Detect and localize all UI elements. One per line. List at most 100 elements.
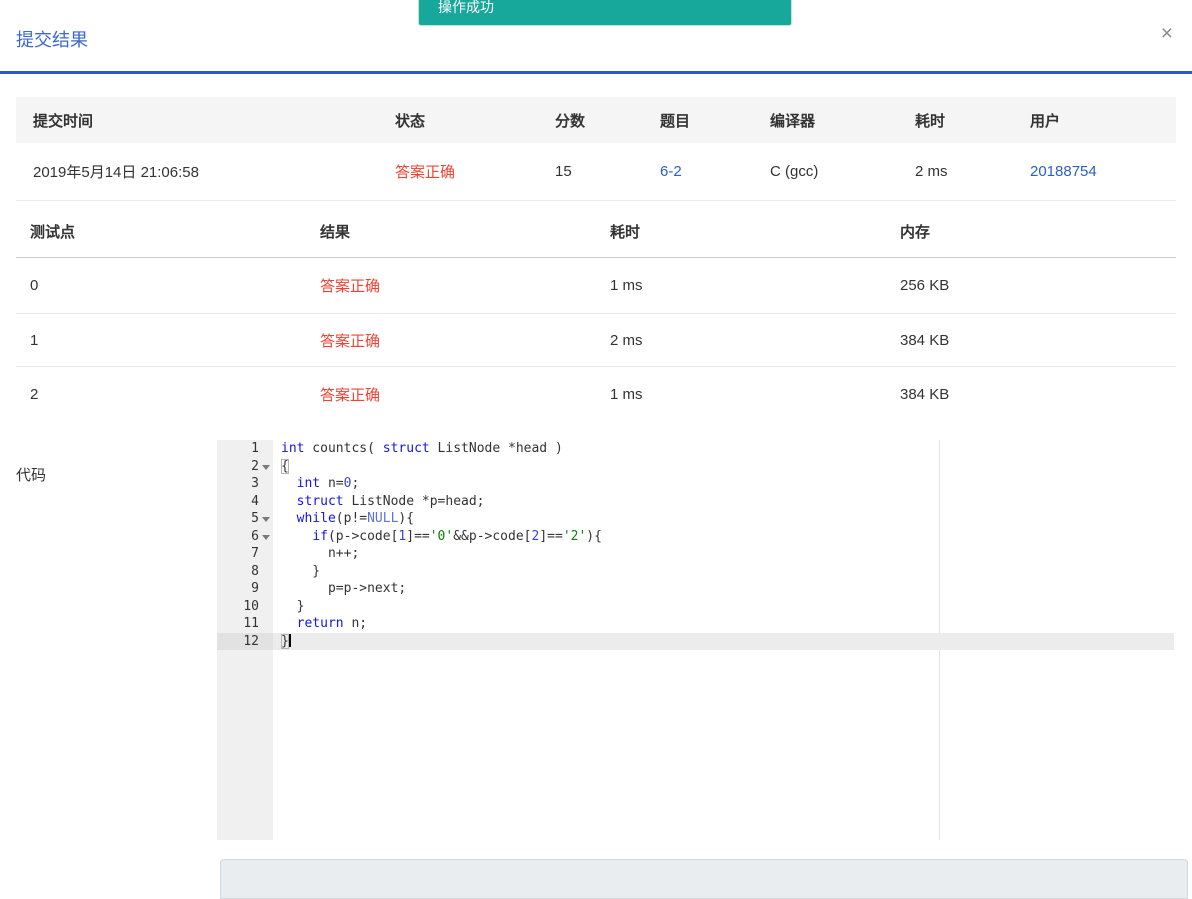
duration-value: 2 ms <box>915 163 948 180</box>
gutter-line-number: 12 <box>217 632 273 650</box>
code-line-9: p=p->next; <box>273 580 1174 598</box>
testcase-memory: 384 KB <box>900 385 950 403</box>
col-header-time: 耗时 <box>610 223 641 241</box>
gutter-line-number: 10 <box>243 598 259 614</box>
gutter-line-number: 4 <box>251 493 259 509</box>
col-header-score: 分数 <box>555 112 586 130</box>
code-token: ListNode *head ) <box>429 441 563 456</box>
testcase-result: 答案正确 <box>320 332 381 350</box>
fold-toggle-icon[interactable] <box>262 517 270 522</box>
code-token: n; <box>343 616 368 631</box>
code-token: '2' <box>562 528 587 544</box>
testcase-id: 1 <box>30 331 39 349</box>
gutter-line-number: 2 <box>217 458 273 476</box>
code-token: n++; <box>281 546 360 561</box>
code-token: ListNode *p=head; <box>343 493 485 509</box>
code-token: countcs( <box>304 441 383 456</box>
col-header-memory: 内存 <box>900 223 931 241</box>
header-divider <box>0 71 1192 74</box>
code-token: (p->code[ <box>327 528 399 544</box>
col-header-duration: 耗时 <box>915 112 946 130</box>
code-section: 代码 1 2 3 4 5 6 7 8 9 10 11 12 int countcs( struct L… <box>0 440 1192 840</box>
testcase-table: 测试点 结果 耗时 内存 0 答案正确 1 ms 256 KB 1 答案正确 2… <box>16 205 1176 421</box>
testcase-duration: 2 ms <box>610 331 643 349</box>
testcase-memory: 256 KB <box>900 277 950 294</box>
code-token: { <box>281 458 289 474</box>
code-token: ){ <box>586 528 602 544</box>
code-token: struct <box>296 493 344 509</box>
code-line-8: } <box>273 563 1174 581</box>
code-token: if <box>312 528 328 544</box>
code-line-1: int countcs( struct ListNode *head ) <box>273 440 1174 458</box>
editor-content[interactable]: int countcs( struct ListNode *head ){ in… <box>273 440 1174 840</box>
user-link[interactable]: 20188754 <box>1030 163 1097 180</box>
code-line-3: int n=0; <box>273 475 1174 493</box>
code-line-2: { <box>273 458 1174 476</box>
testcase-duration: 1 ms <box>610 385 643 403</box>
fold-toggle-icon[interactable] <box>262 464 270 470</box>
gutter-line-number: 1 <box>251 441 259 456</box>
page-title: 提交结果 <box>16 30 88 50</box>
collapsed-panel <box>220 859 1188 899</box>
code-line-7: n++; <box>273 545 1174 563</box>
compiler-value: C (gcc) <box>770 163 819 180</box>
text-cursor <box>288 633 291 647</box>
code-token: &&p->code[ <box>453 528 532 544</box>
code-token: n= <box>320 476 344 491</box>
code-token: struct <box>382 441 430 456</box>
code-token: ]== <box>539 528 563 544</box>
score-value: 15 <box>555 163 572 180</box>
code-token: } <box>281 598 305 614</box>
code-line-5: while(p!=NULL){ <box>273 510 1174 528</box>
testcase-result: 答案正确 <box>320 278 381 295</box>
code-token: p=p->next; <box>281 581 407 596</box>
table-row: 0 答案正确 1 ms 256 KB <box>16 258 1176 314</box>
gutter-line-number: 7 <box>251 546 259 561</box>
status-badge: 答案正确 <box>395 164 456 181</box>
col-header-problem: 题目 <box>660 112 691 130</box>
table-row: 1 答案正确 2 ms 384 KB <box>16 314 1176 367</box>
code-line-12: } <box>273 632 1174 650</box>
gutter-line-number: 6 <box>217 528 273 546</box>
close-icon[interactable]: × <box>1161 23 1173 45</box>
gutter-line-number: 9 <box>251 581 259 596</box>
testcase-id: 2 <box>30 385 39 403</box>
col-header-testcase: 测试点 <box>30 223 76 241</box>
col-header-user: 用户 <box>1030 112 1061 130</box>
col-header-compiler: 编译器 <box>770 112 816 130</box>
code-token: ]== <box>406 528 430 544</box>
editor-gutter: 1 2 3 4 5 6 7 8 9 10 11 12 <box>217 440 273 840</box>
problem-link[interactable]: 6-2 <box>660 163 682 180</box>
code-token: int <box>281 441 305 456</box>
code-token: while <box>296 511 336 526</box>
code-line-11: return n; <box>273 615 1174 633</box>
code-token: int <box>296 476 321 491</box>
code-editor[interactable]: 1 2 3 4 5 6 7 8 9 10 11 12 int countcs( struct List… <box>217 440 1174 840</box>
submission-table: 提交时间 状态 分数 题目 编译器 耗时 用户 2019年5月14日 21:06… <box>16 97 1176 201</box>
code-token: (p!= <box>335 511 368 526</box>
col-header-status: 状态 <box>395 112 426 130</box>
code-token: NULL <box>367 511 399 526</box>
fold-toggle-icon[interactable] <box>262 534 270 540</box>
gutter-line-number: 11 <box>243 616 259 631</box>
code-token: ){ <box>398 511 415 526</box>
col-header-submit-time: 提交时间 <box>33 112 94 130</box>
gutter-line-number: 5 <box>217 510 273 528</box>
testcase-result: 答案正确 <box>320 386 381 404</box>
code-line-4: struct ListNode *p=head; <box>273 493 1174 511</box>
gutter-line-number: 8 <box>251 563 259 579</box>
testcase-memory: 384 KB <box>900 331 950 349</box>
submission-table-header: 提交时间 状态 分数 题目 编译器 耗时 用户 <box>16 97 1176 143</box>
submit-time-value: 2019年5月14日 21:06:58 <box>33 164 199 181</box>
gutter-line-number: 3 <box>251 476 259 491</box>
code-token: } <box>281 633 289 649</box>
code-token: ; <box>351 476 360 491</box>
code-token: '0' <box>429 528 454 544</box>
testcase-duration: 1 ms <box>610 277 643 294</box>
toast-message: 操作成功 <box>438 0 494 15</box>
code-label: 代码 <box>16 467 47 484</box>
